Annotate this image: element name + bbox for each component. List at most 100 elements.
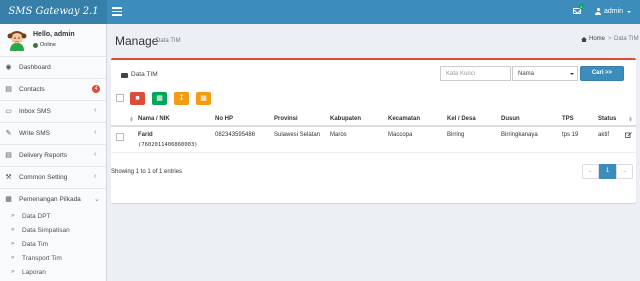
cell-status: aktif <box>598 132 610 138</box>
sidebar: Hello, admin Online ◉ Dashboard ▤ Contac… <box>0 24 107 281</box>
sidebar-toggle-icon[interactable] <box>112 7 122 17</box>
table-row[interactable]: Farid (7602011406860003) 082343595486 Su… <box>111 127 636 153</box>
chevron-left-icon: ‹ <box>94 129 97 136</box>
chevron-left-icon: ‹ <box>94 151 97 158</box>
breadcrumb-home[interactable]: Home <box>589 36 605 42</box>
cell-provinsi: Sulawesi Selatan <box>274 132 321 138</box>
sidebar-item-label: Inbox SMS <box>19 108 51 115</box>
select-caret-icon <box>570 73 574 75</box>
sidebar-item-label: Contacts <box>19 86 45 93</box>
col-status[interactable]: Status <box>598 116 616 122</box>
contacts-count-badge: 4 <box>92 85 100 93</box>
sort-icon[interactable]: ▲ ▼ <box>129 116 134 124</box>
user-icon[interactable] <box>595 8 601 15</box>
data-tim-box: Data TIM Kata Kunci Nama Cari >> ■ ▦ ↧ ▦… <box>111 58 636 203</box>
user-panel: Hello, admin Online <box>0 24 106 58</box>
col-provinsi[interactable]: Provinsi <box>274 116 298 122</box>
inbox-icon: ▭ <box>5 108 12 115</box>
search-button[interactable]: Cari >> <box>580 66 624 81</box>
page-title: Manage <box>115 34 159 48</box>
export-button[interactable]: ▦ <box>152 92 167 105</box>
caret-down-icon[interactable] <box>627 11 631 13</box>
pagination-prev[interactable]: ← <box>582 164 599 179</box>
delete-button[interactable]: ■ <box>130 92 145 105</box>
col-tps[interactable]: TPS <box>562 116 574 122</box>
sidebar-item-label: Dashboard <box>19 64 51 71</box>
top-navbar: SMS Gateway 2.1 1 admin <box>0 0 640 24</box>
col-dusun[interactable]: Dusun <box>501 116 520 122</box>
pencil-icon: ✎ <box>5 130 12 137</box>
col-no-hp[interactable]: No HP <box>215 116 233 122</box>
sidebar-item-label: Write SMS <box>19 130 50 137</box>
online-status-icon <box>33 43 38 48</box>
col-kabupaten[interactable]: Kabupaten <box>330 116 361 122</box>
chevron-right-icon: » <box>11 227 15 233</box>
cell-tps: tps 19 <box>562 132 579 138</box>
cell-kel-desa: Birring <box>447 132 465 138</box>
search-field-select[interactable]: Nama <box>512 66 578 81</box>
sidebar-subitem-label: Laporan <box>22 269 46 276</box>
row-checkbox[interactable] <box>116 133 124 141</box>
col-nama[interactable]: Nama / NIK <box>138 116 170 122</box>
chevron-right-icon: » <box>11 241 15 247</box>
col-kel-desa[interactable]: Kel / Desa <box>447 116 476 122</box>
pagination-page-1[interactable]: 1 <box>599 164 616 179</box>
chevron-right-icon: » <box>11 255 15 261</box>
cell-nama: Farid <box>138 132 153 138</box>
sidebar-subitem-data-tim[interactable]: » Data Tim <box>0 238 106 253</box>
cell-kabupaten: Maros <box>330 132 347 138</box>
cell-no-hp: 082343595486 <box>215 132 256 138</box>
page-subtitle: Data TIM <box>156 38 181 44</box>
chevron-down-icon: ⌄ <box>94 196 100 203</box>
home-icon <box>581 37 587 42</box>
breadcrumb-separator: > <box>608 36 612 42</box>
sidebar-subitem-transport-tim[interactable]: » Transport Tim <box>0 252 106 267</box>
chevron-left-icon: ‹ <box>94 173 97 180</box>
sort-icon[interactable]: ▲ ▼ <box>628 116 633 124</box>
import-button[interactable]: ↧ <box>174 92 189 105</box>
sidebar-item-dashboard[interactable]: ◉ Dashboard <box>0 56 106 78</box>
sidebar-item-write-sms[interactable]: ✎ Write SMS ‹ <box>0 122 106 144</box>
sidebar-item-label: Common Setting <box>19 174 68 181</box>
grid-button[interactable]: ▦ <box>196 92 211 105</box>
edit-icon[interactable] <box>625 132 632 138</box>
pagination-next[interactable]: → <box>616 164 633 179</box>
table-icon <box>121 73 128 78</box>
dashboard-icon: ◉ <box>5 64 12 71</box>
user-status: Online <box>40 42 56 48</box>
sidebar-item-inbox-sms[interactable]: ▭ Inbox SMS ‹ <box>0 100 106 122</box>
cell-nik: (7602011406860003) <box>138 142 198 148</box>
sidebar-subitem-data-dpt[interactable]: » Data DPT <box>0 210 106 225</box>
box-title: Data TIM <box>131 71 158 78</box>
sidebar-item-common-setting[interactable]: ⚒ Common Setting ‹ <box>0 166 106 188</box>
cell-kecamatan: Maccopa <box>388 132 413 138</box>
sidebar-item-contacts[interactable]: ▤ Contacts 4 <box>0 78 106 100</box>
pagination-info: Showing 1 to 1 of 1 entries <box>111 169 183 175</box>
book-icon: ▦ <box>5 196 12 203</box>
user-greeting: Hello, admin <box>33 31 75 38</box>
sidebar-item-delivery-reports[interactable]: ▤ Delivery Reports ‹ <box>0 144 106 166</box>
table-header: ▲ ▼ Nama / NIK No HP Provinsi Kabupaten K… <box>111 113 636 127</box>
sidebar-item-label: Delivery Reports <box>19 152 68 159</box>
app-logo[interactable]: SMS Gateway 2.1 <box>0 0 107 24</box>
cell-dusun: Birringkanaya <box>501 132 538 138</box>
sidebar-subitem-label: Data Simpatisan <box>22 227 70 234</box>
sidebar-subitem-laporan[interactable]: » Laporan <box>0 266 106 281</box>
chevron-left-icon: ‹ <box>94 107 97 114</box>
content-header: Manage Data TIM Home > Data TIM <box>107 24 640 56</box>
chevron-right-icon: » <box>11 213 15 219</box>
select-all-checkbox[interactable] <box>116 94 124 102</box>
contacts-icon: ▤ <box>5 86 12 93</box>
sidebar-subitem-data-simpatisan[interactable]: » Data Simpatisan <box>0 224 106 239</box>
sidebar-subitem-label: Data Tim <box>22 241 49 248</box>
sidebar-item-label: Pemenangan Pilkada <box>19 196 81 203</box>
search-input[interactable]: Kata Kunci <box>440 66 511 81</box>
avatar <box>7 31 27 51</box>
sidebar-subitem-label: Data DPT <box>22 213 51 220</box>
user-menu[interactable]: admin <box>604 8 623 15</box>
chevron-right-icon: » <box>11 269 15 275</box>
sidebar-item-pemenangan-pilkada[interactable]: ▦ Pemenangan Pilkada ⌄ <box>0 188 106 210</box>
mail-count-badge: 1 <box>579 4 584 9</box>
sidebar-subitem-label: Transport Tim <box>22 255 62 262</box>
col-kecamatan[interactable]: Kecamatan <box>388 116 420 122</box>
